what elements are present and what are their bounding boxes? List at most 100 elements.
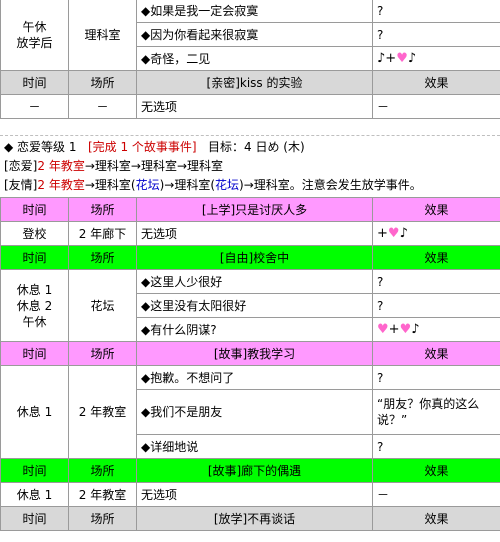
effect-cell: “朋友？你真的这么说？” (372, 389, 500, 435)
col-header-place: 场所 (68, 506, 137, 531)
time-cell: 午休 放学后 (0, 0, 69, 71)
time-label: 休息 1 (16, 282, 53, 297)
choice-cell: ◆这里没有太阳很好 (136, 293, 373, 318)
effect-cell: ? (372, 269, 500, 294)
friend-route-line: [友情]2 年教室→理科室(花坛)→理科室(花坛)→理科室。注意会发生放学事件。 (4, 176, 498, 195)
heart-icon: ♥ (396, 50, 408, 66)
effect-cell: － (372, 94, 500, 119)
effect-cell: － (372, 482, 500, 507)
time-cell: 登校 (0, 221, 69, 246)
choice-cell: ◆如果是我一定会寂寞 (136, 0, 373, 23)
col-header-event: [亲密]kiss 的实验 (136, 70, 373, 95)
route-label: [友情] (4, 178, 38, 192)
table-header-row: 时间 场所 [自由]校舍中 效果 (0, 245, 500, 270)
section-divider (0, 119, 500, 136)
col-header-time: 时间 (0, 341, 69, 366)
col-header-place: 场所 (68, 70, 137, 95)
col-header-place: 场所 (68, 341, 137, 366)
choice-cell: ◆因为你看起来很寂寞 (136, 22, 373, 47)
level-label: ◆ 恋爱等级 1 (4, 140, 77, 154)
col-header-event: [自由]校舍中 (136, 245, 373, 270)
col-header-effect: 效果 (372, 70, 500, 95)
choice-cell: ◆有什么阴谋? (136, 317, 373, 342)
time-cell: 休息 1 休息 2 午休 (0, 269, 69, 342)
col-header-event: [故事]廊下的偶遇 (136, 458, 373, 483)
love-route-line: [恋爱]2 年教室→理科室→理科室→理科室 (4, 157, 498, 176)
col-header-event: [故事]教我学习 (136, 341, 373, 366)
col-header-time: 时间 (0, 458, 69, 483)
place-cell: 2 年教室 (68, 482, 137, 507)
route-place-alt: 花坛 (135, 178, 160, 192)
col-header-effect: 效果 (372, 245, 500, 270)
table-header-row: 时间 场所 [故事]廊下的偶遇 效果 (0, 458, 500, 483)
effect-cell: ? (372, 0, 500, 23)
music-note-icon: ♪ (377, 50, 386, 66)
effect-cell: ? (372, 434, 500, 459)
effect-cell: ? (372, 365, 500, 390)
choice-cell: ◆奇怪，二见 (136, 46, 373, 71)
col-header-time: 时间 (0, 70, 69, 95)
col-header-time: 时间 (0, 245, 69, 270)
table-header-row: 时间 场所 [上学]只是讨厌人多 效果 (0, 197, 500, 222)
effect-cell: ? (372, 22, 500, 47)
col-header-effect: 效果 (372, 458, 500, 483)
time-cell: 休息 1 (0, 365, 69, 459)
table-header-row: 时间 场所 [放学]不再谈话 效果 (0, 506, 500, 531)
place-cell: 理科室 (68, 0, 137, 71)
col-header-effect: 效果 (372, 341, 500, 366)
top-event-table: 午休 放学后 理科室 ◆如果是我一定会寂寞 ? ◆因为你看起来很寂寞 ? ◆奇怪… (0, 0, 500, 119)
effect-cell: ♪+♥♪ (372, 46, 500, 71)
route-steps: →理科室( (84, 178, 136, 192)
table-row: 登校 2 年廊下 无选项 +♥♪ (0, 221, 500, 246)
table-row: － － 无选项 － (0, 94, 500, 119)
col-header-place: 场所 (68, 245, 137, 270)
content-cell: 无选项 (136, 221, 373, 246)
love-level-info: ◆ 恋爱等级 1 [完成 1 个故事事件] 目标：4 日め (木) [恋爱]2 … (0, 136, 500, 197)
route-start: 2 年教室 (37, 178, 85, 192)
music-note-icon: ♪ (407, 50, 417, 66)
route-start: 2 年教室 (37, 159, 85, 173)
content-cell: 无选项 (136, 94, 373, 119)
table-row: 休息 1 休息 2 午休 花坛 ◆这里人少很好 ? (0, 269, 500, 342)
love-level-heading: ◆ 恋爱等级 1 [完成 1 个故事事件] 目标：4 日め (木) (4, 138, 498, 157)
event-table: 时间 场所 [上学]只是讨厌人多 效果 登校 2 年廊下 无选项 +♥♪ 时间 … (0, 197, 500, 531)
table-row: 休息 1 2 年教室 无选项 － (0, 482, 500, 507)
time-label: 休息 2 (16, 298, 53, 313)
time-label: 放学后 (16, 35, 53, 50)
level-target: 目标：4 日め (木) (208, 140, 305, 154)
heart-icon: ♥ (377, 321, 389, 337)
effect-cell: ? (372, 293, 500, 318)
place-cell: 花坛 (68, 269, 137, 342)
col-header-place: 场所 (68, 197, 137, 222)
effect-cell: ♥+♥♪ (372, 317, 500, 342)
content-cell: 无选项 (136, 482, 373, 507)
music-note-icon: ♪ (399, 225, 408, 241)
time-cell: － (0, 94, 69, 119)
heart-icon: ♥ (387, 225, 400, 241)
table-header-row: 时间 场所 [故事]教我学习 效果 (0, 341, 500, 366)
col-header-place: 场所 (68, 458, 137, 483)
col-header-event: [放学]不再谈话 (136, 506, 373, 531)
level-task: [完成 1 个故事事件] (87, 140, 197, 154)
col-header-effect: 效果 (372, 506, 500, 531)
place-cell: 2 年廊下 (68, 221, 137, 246)
route-steps: )→理科室( (159, 178, 216, 192)
choice-cell: ◆这里人少很好 (136, 269, 373, 294)
table-row: 休息 1 2 年教室 ◆抱歉。不想问了 ? (0, 365, 500, 459)
place-cell: 2 年教室 (68, 365, 137, 459)
time-label: 午休 (22, 19, 47, 34)
col-header-time: 时间 (0, 197, 69, 222)
route-steps: →理科室→理科室→理科室 (84, 159, 223, 173)
music-note-icon: ♪ (411, 321, 420, 337)
route-label: [恋爱] (4, 159, 38, 173)
col-header-effect: 效果 (372, 197, 500, 222)
col-header-time: 时间 (0, 506, 69, 531)
effect-cell: +♥♪ (372, 221, 500, 246)
table-row: 午休 放学后 理科室 ◆如果是我一定会寂寞 ? (0, 0, 500, 71)
choice-cell: ◆详细地说 (136, 434, 373, 459)
heart-icon: ♥ (399, 321, 412, 337)
time-label: 午休 (22, 314, 47, 329)
route-note: )→理科室。注意会发生放学事件。 (239, 178, 422, 192)
choice-cell: ◆我们不是朋友 (136, 389, 373, 435)
table-header-row: 时间 场所 [亲密]kiss 的实验 效果 (0, 70, 500, 95)
